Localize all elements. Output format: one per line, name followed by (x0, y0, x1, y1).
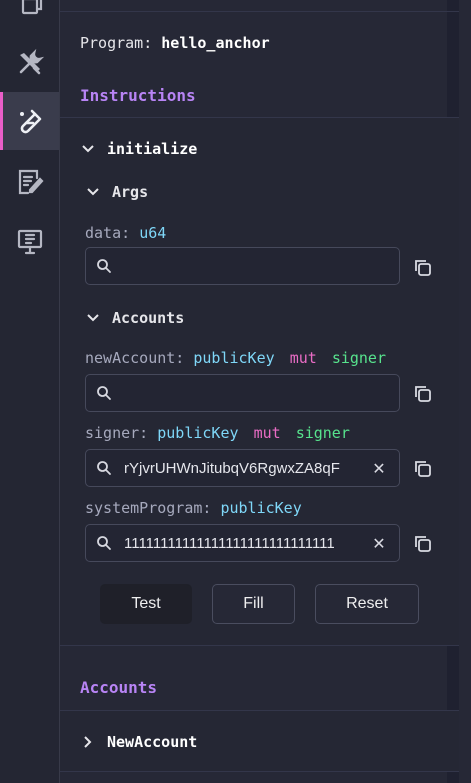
copy-icon[interactable] (413, 384, 433, 404)
search-icon (97, 461, 111, 475)
instructions-title: Instructions (80, 86, 196, 105)
new-account-label: newAccount: publicKey mut signer (85, 349, 386, 367)
signer-label: signer: publicKey mut signer (85, 424, 350, 442)
account-name: signer: (85, 424, 149, 442)
test-panel: Program: hello_anchor Instructions initi… (60, 0, 459, 783)
signer-badge: signer (295, 424, 350, 442)
accounts-subtitle: Accounts (112, 309, 185, 327)
system-program-label: systemProgram: publicKey (85, 499, 302, 517)
chevron-down-icon (82, 145, 94, 153)
program-row: Program: hello_anchor (80, 34, 270, 52)
accounts-title: Accounts (80, 678, 158, 697)
build-deploy-button[interactable] (0, 34, 59, 92)
chevron-down-icon (87, 188, 99, 196)
accounts-toggle[interactable]: Accounts (86, 309, 184, 327)
copy-icon[interactable] (413, 534, 433, 554)
account-name: newAccount: (85, 349, 185, 367)
signer-input[interactable]: rYjvrUHWnJitubqV6RgwxZA8qF ✕ (85, 449, 400, 487)
activity-bar (0, 0, 60, 783)
search-icon (97, 386, 111, 400)
args-title: Args (112, 183, 149, 201)
test-button[interactable]: Test (100, 584, 192, 624)
signer-badge: signer (331, 349, 386, 367)
arg-name: data: (85, 224, 131, 242)
chevron-right-icon (84, 736, 92, 748)
test-button[interactable] (0, 92, 59, 150)
tools-icon (19, 48, 44, 75)
mut-badge: mut (289, 349, 317, 367)
arg-type: u64 (139, 224, 167, 242)
copy-icon[interactable] (413, 459, 433, 479)
account-name: systemProgram: (85, 499, 212, 517)
signer-value: rYjvrUHWnJitubqV6RgwxZA8qF (124, 459, 340, 477)
notes-edit-icon (18, 169, 44, 195)
account-type: publicKey (220, 499, 302, 517)
close-icon[interactable]: ✕ (367, 531, 391, 555)
system-program-value: 11111111111111111111111111111 (124, 534, 335, 552)
presentation-icon (17, 229, 42, 255)
program-label: Program: (80, 34, 153, 52)
tutorials-button[interactable] (0, 153, 59, 211)
new-account-input[interactable] (85, 374, 400, 412)
search-icon (97, 536, 111, 550)
explorer-button[interactable] (0, 0, 59, 34)
instruction-name: initialize (107, 140, 198, 158)
mut-badge: mut (253, 424, 281, 442)
program-name: hello_anchor (161, 34, 270, 52)
present-button[interactable] (0, 212, 59, 270)
copy-icon[interactable] (413, 258, 433, 278)
search-icon (97, 259, 111, 273)
system-program-input[interactable]: 11111111111111111111111111111 ✕ (85, 524, 400, 562)
account-toggle[interactable]: NewAccount (81, 733, 197, 751)
divider (60, 11, 459, 12)
test-tube-icon (19, 109, 41, 134)
reset-button[interactable]: Reset (315, 584, 419, 624)
args-toggle[interactable]: Args (86, 183, 148, 201)
data-arg-label: data: u64 (85, 224, 166, 242)
instruction-toggle[interactable]: initialize (81, 140, 197, 158)
chevron-down-icon (87, 314, 99, 322)
close-icon[interactable]: ✕ (367, 456, 391, 480)
data-input[interactable] (85, 247, 400, 285)
account-type: publicKey (157, 424, 239, 442)
files-icon (21, 0, 42, 15)
account-card: NewAccount (60, 710, 459, 772)
account-type: publicKey (193, 349, 275, 367)
account-item-name: NewAccount (107, 733, 198, 751)
fill-button[interactable]: Fill (212, 584, 295, 624)
